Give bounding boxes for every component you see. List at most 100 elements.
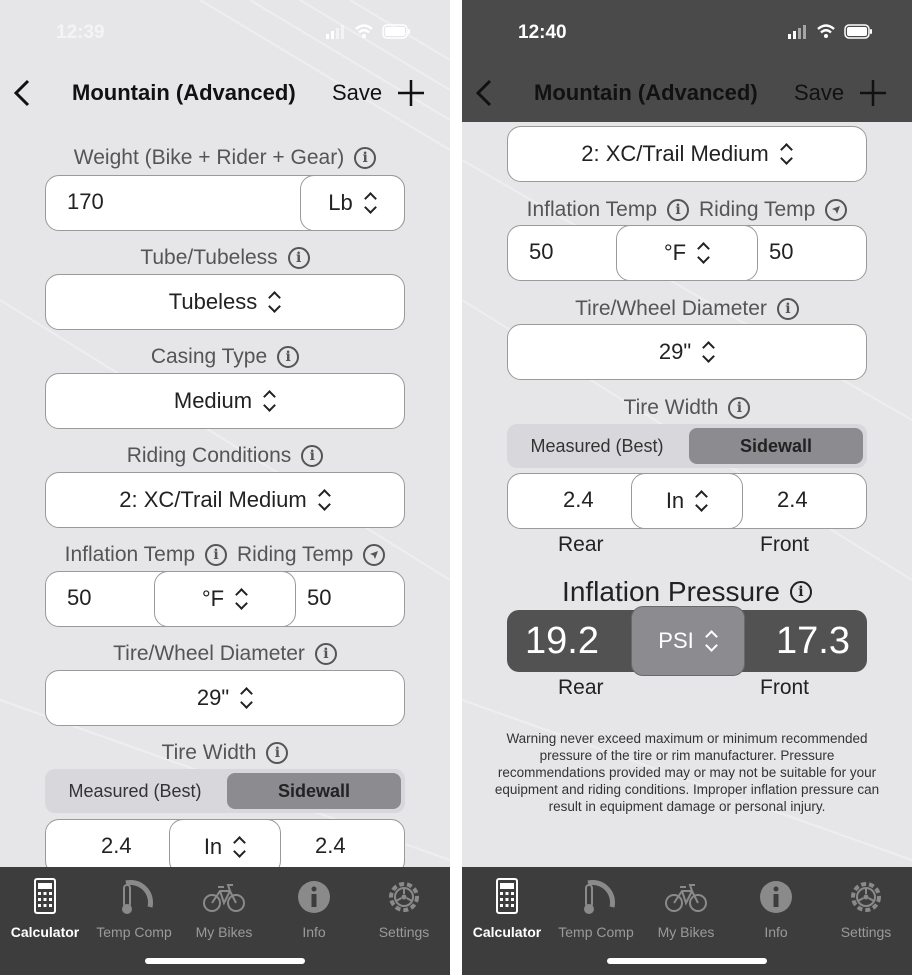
chevron-updown-icon — [696, 242, 710, 264]
inflation-temp-input[interactable]: 50 — [67, 585, 91, 611]
width-label: Tire Width — [161, 741, 257, 764]
tab-info[interactable]: Info — [269, 877, 359, 940]
settings-icon — [389, 882, 419, 912]
diameter-label: Tire/Wheel Diameter — [113, 642, 305, 665]
front-pressure-label: Front — [760, 676, 810, 699]
diameter-label: Tire/Wheel Diameter — [575, 297, 767, 320]
location-arrow-icon[interactable] — [825, 199, 848, 221]
status-bar: 12:40 — [462, 0, 912, 66]
temperature-field: 50 °F 50 — [507, 225, 867, 281]
segment-measured[interactable]: Measured (Best) — [507, 424, 687, 468]
info-icon[interactable]: i — [301, 445, 324, 467]
navigation-bar: Mountain (Advanced) Save — [462, 66, 912, 122]
riding-temp-input[interactable]: 50 — [769, 239, 793, 265]
info-icon[interactable]: i — [314, 643, 337, 665]
info-icon[interactable]: i — [205, 544, 227, 566]
tab-settings[interactable]: Settings — [359, 877, 449, 940]
calculator-form: Weight (Bike + Rider + Gear) i 170 Lb Tu… — [0, 122, 450, 867]
rear-width-input[interactable]: 2.4 — [563, 487, 594, 513]
tab-temp-comp[interactable]: Temp Comp — [89, 877, 179, 940]
tube-picker[interactable]: Tubeless — [45, 274, 405, 330]
pressure-result-box: 19.2 PSI 17.3 — [507, 606, 867, 676]
tab-settings[interactable]: Settings — [821, 877, 911, 940]
inflation-temp-input[interactable]: 50 — [529, 239, 553, 265]
info-icon[interactable]: i — [667, 199, 689, 221]
status-time: 12:40 — [518, 22, 567, 43]
width-label-row: Tire Width i — [0, 741, 450, 765]
weight-input[interactable]: 170 — [67, 189, 104, 215]
width-mode-segmented-control: Measured (Best) Sidewall — [45, 769, 405, 813]
tab-my-bikes[interactable]: My Bikes — [179, 877, 269, 940]
page-title: Mountain (Advanced) — [72, 80, 296, 105]
tab-calculator[interactable]: Calculator — [462, 877, 552, 940]
weight-unit-picker[interactable]: Lb — [300, 175, 405, 231]
width-label: Tire Width — [623, 396, 719, 419]
add-plus-icon[interactable] — [396, 78, 426, 108]
diameter-value: 29" — [658, 339, 692, 364]
diameter-label-row: Tire/Wheel Diameter i — [0, 642, 450, 666]
pressure-unit-picker[interactable]: PSI — [631, 606, 745, 676]
rear-width-label: Rear — [558, 533, 604, 556]
rear-width-input[interactable]: 2.4 — [101, 833, 132, 859]
battery-icon — [844, 24, 872, 39]
tab-my-bikes[interactable]: My Bikes — [641, 877, 731, 940]
status-bar: 12:39 — [0, 0, 450, 66]
rear-pressure-value: 19.2 — [525, 620, 599, 662]
segment-sidewall[interactable]: Sidewall — [689, 428, 863, 464]
save-button[interactable]: Save — [794, 80, 844, 106]
diameter-picker[interactable]: 29" — [45, 670, 405, 726]
settings-icon — [851, 882, 881, 912]
weight-label: Weight (Bike + Rider + Gear) — [73, 146, 345, 169]
riding-temp-input[interactable]: 50 — [307, 585, 331, 611]
segment-measured[interactable]: Measured (Best) — [45, 769, 225, 813]
location-arrow-icon[interactable] — [363, 544, 386, 566]
chevron-updown-icon — [701, 341, 715, 363]
info-icon[interactable]: i — [776, 298, 799, 320]
info-icon — [760, 881, 792, 913]
diameter-picker[interactable]: 29" — [507, 324, 867, 380]
tab-temp-comp[interactable]: Temp Comp — [551, 877, 641, 940]
chevron-updown-icon — [232, 836, 246, 858]
temp-unit-value: °F — [663, 240, 687, 265]
conditions-picker[interactable]: 2: XC/Trail Medium — [45, 472, 405, 528]
warning-disclaimer: Warning never exceed maximum or minimum … — [494, 731, 880, 814]
info-icon[interactable]: i — [277, 346, 300, 368]
save-button[interactable]: Save — [332, 80, 382, 106]
tube-value: Tubeless — [168, 289, 258, 314]
front-width-input[interactable]: 2.4 — [777, 487, 808, 513]
bike-icon — [665, 884, 707, 912]
status-icons — [326, 24, 412, 39]
width-unit-value: In — [665, 488, 685, 513]
temp-label-row: Inflation Temp i Riding Temp — [0, 543, 450, 567]
temp-unit-picker[interactable]: °F — [154, 571, 296, 627]
width-unit-value: In — [203, 834, 223, 859]
conditions-picker[interactable]: 2: XC/Trail Medium — [507, 126, 867, 182]
front-pressure-value: 17.3 — [776, 620, 850, 662]
width-unit-picker[interactable]: In — [631, 473, 743, 529]
conditions-label-row: Riding Conditions i — [0, 444, 450, 468]
width-label-row: Tire Width i — [462, 396, 912, 420]
tab-calculator[interactable]: Calculator — [0, 877, 90, 940]
front-width-input[interactable]: 2.4 — [315, 833, 346, 859]
temperature-field: 50 °F 50 — [45, 571, 405, 627]
home-indicator — [607, 958, 767, 964]
tube-label: Tube/Tubeless — [140, 246, 278, 269]
back-chevron-icon[interactable] — [472, 78, 496, 108]
info-icon[interactable]: i — [287, 247, 310, 269]
info-icon[interactable]: i — [728, 397, 751, 419]
conditions-value: 2: XC/Trail Medium — [581, 141, 769, 166]
add-plus-icon[interactable] — [858, 78, 888, 108]
width-unit-picker[interactable]: In — [169, 819, 281, 867]
info-icon[interactable]: i — [266, 742, 289, 764]
phone-screen-right: 12:40 Mountain (Advanced) Save 2: XC/Tra… — [462, 0, 912, 975]
tab-info[interactable]: Info — [731, 877, 821, 940]
chevron-updown-icon — [267, 291, 281, 313]
bike-icon — [203, 884, 245, 912]
temp-unit-picker[interactable]: °F — [616, 225, 758, 281]
info-icon[interactable]: i — [789, 581, 812, 603]
casing-picker[interactable]: Medium — [45, 373, 405, 429]
segment-sidewall[interactable]: Sidewall — [227, 773, 401, 809]
inflation-temp-label: Inflation Temp — [64, 543, 195, 566]
back-chevron-icon[interactable] — [10, 78, 34, 108]
info-icon[interactable]: i — [354, 147, 377, 169]
